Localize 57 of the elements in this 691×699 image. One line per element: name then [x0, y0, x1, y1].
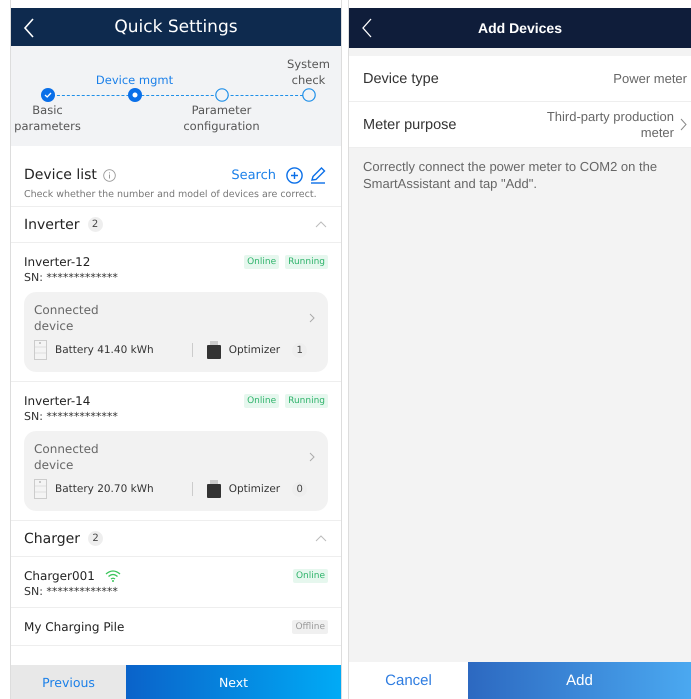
battery-label: Battery 20.70 kWh [55, 483, 154, 495]
chevron-right-icon [309, 452, 315, 462]
count-badge: 0 [292, 482, 308, 496]
status-tag: Running [285, 394, 328, 408]
previous-button[interactable]: Previous [11, 665, 126, 699]
step-label: Device mgmt [96, 72, 174, 88]
card-title: Connected device [34, 441, 100, 473]
connected-device-card[interactable]: Connected device Battery 41.40 kWh Optimizer 1 [24, 292, 328, 372]
add-button[interactable]: Add [468, 662, 691, 699]
step-label: Basic parameters [13, 102, 82, 134]
serial-number: SN: ************* [24, 410, 119, 423]
back-icon[interactable] [361, 18, 373, 38]
hint-text: Check whether the number and model of devices are correct. [24, 189, 318, 200]
connected-device-card[interactable]: Connected device Battery 20.70 kWh Optimizer 0 [24, 431, 328, 511]
status-tag: Running [285, 255, 328, 269]
optimizer-icon [206, 480, 221, 498]
serial-number: SN: ************* [24, 271, 119, 284]
optimizer-icon [206, 341, 221, 359]
setting-value: Third-party production meter [546, 108, 674, 140]
device-name: Inverter-12 [24, 255, 90, 269]
optimizer-label: Optimizer [228, 483, 280, 495]
optimizer-label: Optimizer [228, 344, 280, 356]
screen-title: Add Devices [478, 20, 562, 36]
section-title: Device list [24, 167, 97, 183]
device-name: Inverter-14 [24, 394, 90, 408]
back-icon[interactable] [23, 18, 35, 38]
add-icon[interactable] [286, 166, 303, 184]
instruction-text: Correctly connect the power meter to COM2 on the SmartAssistant and tap "Add". [363, 158, 658, 192]
setting-value: Power meter [613, 71, 687, 86]
setting-label: Meter purpose [363, 116, 458, 132]
device-name: My Charging Pile [24, 620, 124, 634]
info-icon[interactable] [102, 168, 116, 182]
next-button[interactable]: Next [126, 665, 341, 699]
battery-icon [34, 340, 47, 360]
setting-row[interactable]: Meter purpose Third-party production meter [349, 102, 691, 148]
status-tag: Online [292, 569, 328, 583]
serial-number: SN: ************* [24, 585, 119, 598]
count-badge: 2 [88, 217, 103, 232]
chevron-right-icon [309, 313, 315, 323]
search-link[interactable]: Search [231, 168, 280, 182]
step-label: System check [286, 56, 331, 88]
battery-label: Battery 41.40 kWh [55, 344, 154, 356]
count-badge: 1 [292, 342, 308, 358]
group-title: Charger [24, 530, 80, 546]
setting-label: Device type [363, 70, 440, 86]
status-tag: Online [244, 394, 280, 408]
device-name: Charger001 [24, 569, 95, 583]
group-title: Inverter [24, 216, 80, 232]
status-tag: Offline [292, 620, 328, 634]
step-label: Parameter configuration [182, 102, 261, 134]
count-badge: 2 [88, 531, 103, 546]
screen-title: Quick Settings [114, 17, 238, 37]
status-tag: Online [244, 255, 280, 269]
chevron-right-icon [680, 118, 687, 131]
card-title: Connected device [34, 302, 100, 334]
edit-icon[interactable] [309, 166, 327, 184]
battery-icon [34, 479, 47, 499]
